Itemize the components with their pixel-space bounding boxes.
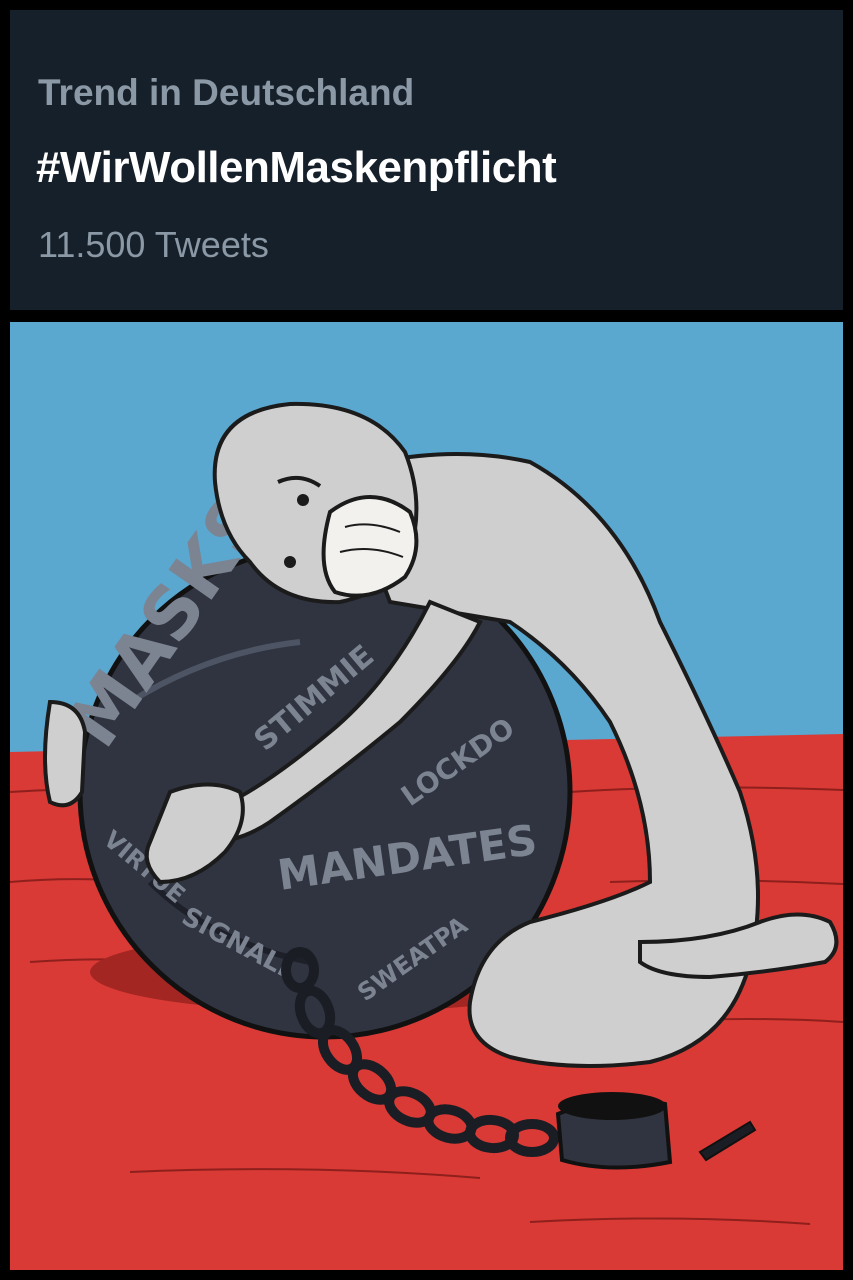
trend-tweet-count: 11.500 Tweets <box>38 224 269 265</box>
figure-eye <box>297 494 309 506</box>
figure-fingers <box>43 699 88 808</box>
cartoon-image: MASKS STIMMIE LOCKDO MANDATES VIRTUE SIG… <box>10 322 843 1270</box>
trend-card[interactable]: Trend in Deutschland #WirWollenMaskenpfl… <box>10 10 843 310</box>
trend-hashtag[interactable]: #WirWollenMaskenpflicht <box>36 143 557 193</box>
cartoon-illustration: MASKS STIMMIE LOCKDO MANDATES VIRTUE SIG… <box>10 322 843 1270</box>
trend-location-label: Trend in Deutschland <box>38 72 415 113</box>
figure-eye <box>284 556 296 568</box>
face-mask <box>321 495 419 598</box>
